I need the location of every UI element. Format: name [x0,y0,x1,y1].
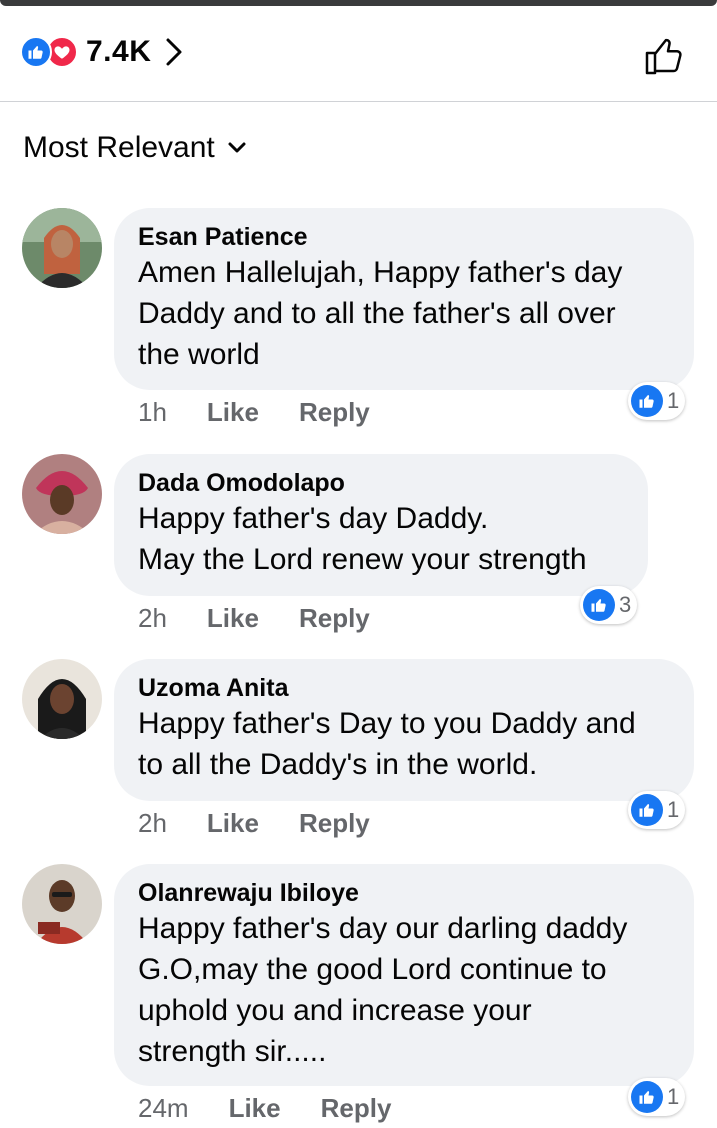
comment-time[interactable]: 1h [138,397,167,428]
reply-button[interactable]: Reply [299,603,370,634]
sort-label: Most Relevant [23,131,215,164]
comment-reaction-chip[interactable]: 1 [628,791,686,829]
comment-author[interactable]: Olanrewaju Ibiloye [138,878,670,908]
avatar[interactable] [22,208,102,288]
avatar[interactable] [22,454,102,534]
avatar[interactable] [22,864,102,944]
reactions-header: 7.4K [0,6,717,102]
like-icon [631,794,663,826]
comment-bubble[interactable]: Esan Patience Amen Hallelujah, Happy fat… [114,208,694,390]
sort-dropdown[interactable]: Most Relevant [23,128,247,168]
like-icon [20,36,52,68]
like-icon [631,1081,663,1113]
comment-author[interactable]: Dada Omodolapo [138,468,624,498]
comment-time[interactable]: 2h [138,808,167,839]
avatar[interactable] [22,659,102,739]
comment-actions: 2h Like Reply [138,805,370,841]
comment-time[interactable]: 24m [138,1093,189,1124]
reply-button[interactable]: Reply [321,1093,392,1124]
comment-reaction-chip[interactable]: 3 [580,586,638,624]
reaction-total: 7.4K [86,35,152,68]
chevron-right-icon [165,37,183,67]
comment-text: Amen Hallelujah, Happy father's day Dadd… [138,256,623,371]
reaction-count: 1 [667,1084,680,1109]
like-button[interactable]: Like [207,603,259,634]
comment-actions: 2h Like Reply [138,600,370,636]
comment-bubble[interactable]: Olanrewaju Ibiloye Happy father's day ou… [114,864,694,1086]
comment-text: Happy father's day Daddy. May the Lord r… [138,502,587,576]
comments-screen: 7.4K Most Relevant Esan Patience Amen Ha… [0,0,717,1128]
comment-bubble[interactable]: Uzoma Anita Happy father's Day to you Da… [114,659,694,801]
reply-button[interactable]: Reply [299,808,370,839]
like-icon [583,589,615,621]
comment-author[interactable]: Uzoma Anita [138,673,670,703]
comment-actions: 24m Like Reply [138,1090,391,1126]
comment-reaction-chip[interactable]: 1 [628,1078,686,1116]
reactions-summary[interactable]: 7.4K [20,34,183,70]
thumbs-up-outline-icon [645,38,682,75]
comment-time[interactable]: 2h [138,603,167,634]
reaction-count: 1 [667,388,680,413]
like-button[interactable]: Like [207,397,259,428]
like-button[interactable]: Like [229,1093,281,1124]
comment-author[interactable]: Esan Patience [138,222,670,252]
like-post-button[interactable] [640,32,688,80]
like-button[interactable]: Like [207,808,259,839]
comment-text: Happy father's Day to you Daddy and to a… [138,707,636,781]
comment-actions: 1h Like Reply [138,394,370,430]
comment-bubble[interactable]: Dada Omodolapo Happy father's day Daddy.… [114,454,648,596]
like-icon [631,385,663,417]
comment-reaction-chip[interactable]: 1 [628,382,686,420]
chevron-down-icon [227,141,247,155]
comment-text: Happy father's day our darling daddy G.O… [138,912,628,1068]
reaction-count: 3 [619,592,632,617]
reaction-count: 1 [667,797,680,822]
reply-button[interactable]: Reply [299,397,370,428]
